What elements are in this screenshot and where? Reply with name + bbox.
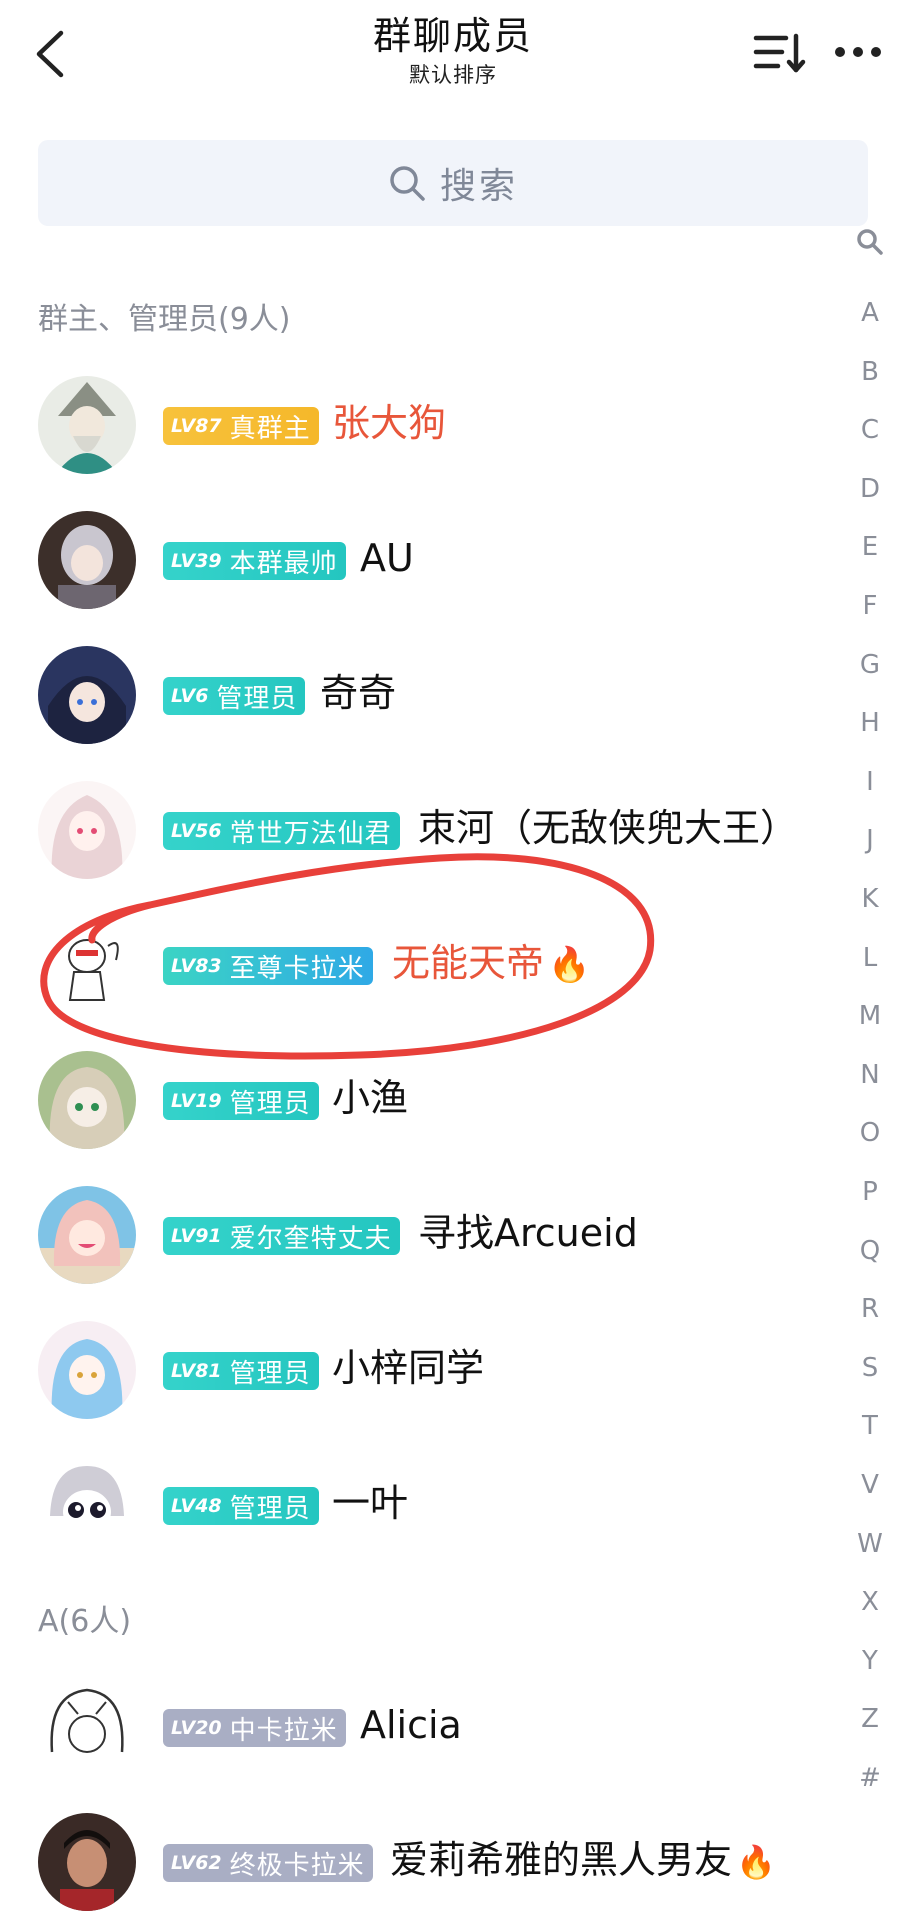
member-row[interactable]: LV87 真群主 张大狗 [0,362,850,482]
avatar [38,1051,136,1149]
level-badge: LV6 管理员 [163,677,306,715]
member-name: 无能天帝 🔥 [392,941,591,985]
index-letter[interactable]: R [840,1294,900,1324]
level-badge: LV83 至尊卡拉米 [163,947,373,985]
index-letter[interactable]: L [840,943,900,973]
index-letter[interactable]: W [840,1529,900,1559]
member-name: 朿河（无敌侠兜大王） [418,806,799,850]
section-header-admins: 群主、管理员(9人) [38,302,291,337]
member-name: AU [360,536,414,580]
avatar [38,781,136,879]
search-placeholder: 搜索 [439,166,518,207]
index-letter[interactable]: N [840,1060,900,1090]
fire-icon: 🔥 [548,945,591,985]
member-name: 一叶 [332,1481,409,1525]
level-badge: LV56 常世万法仙君 [163,812,400,850]
member-row[interactable]: LV62 终极卡拉米 爱莉希雅的黑人男友 🔥 [0,1799,850,1919]
avatar [38,916,136,1014]
index-search-icon[interactable] [840,228,900,263]
member-name: 寻找Arcueid [418,1211,638,1255]
avatar [38,511,136,609]
member-name: 爱莉希雅的黑人男友 🔥 [390,1838,776,1882]
more-dots-icon [835,47,881,57]
index-letter[interactable]: O [840,1118,900,1148]
index-letter[interactable]: V [840,1470,900,1500]
level-badge: LV91 爱尔奎特丈夫 [163,1217,400,1255]
avatar [38,1813,136,1911]
avatar [38,646,136,744]
index-letter[interactable]: D [840,474,900,504]
index-letter[interactable]: G [840,650,900,680]
avatar [38,376,136,474]
member-name: 小梓同学 [332,1346,485,1390]
section-header-a: A(6人) [38,1604,132,1639]
index-letter[interactable]: M [840,1001,900,1031]
index-letter[interactable]: T [840,1411,900,1441]
level-badge: LV39 本群最帅 [163,542,346,580]
index-letter[interactable]: B [840,357,900,387]
index-letter[interactable]: P [840,1177,900,1207]
index-letter[interactable]: X [840,1587,900,1617]
index-letter[interactable]: F [840,591,900,621]
index-letter[interactable]: Q [840,1236,900,1266]
member-row[interactable]: LV39 本群最帅 AU [0,497,850,617]
avatar [38,1678,136,1776]
member-row[interactable]: LV81 管理员 小梓同学 [0,1307,850,1427]
index-letter[interactable]: K [840,884,900,914]
sort-icon [753,33,806,73]
member-row[interactable]: LV19 管理员 小渔 [0,1037,850,1157]
member-name: Alicia [360,1703,462,1747]
index-letter[interactable]: A [840,298,900,328]
level-badge: LV81 管理员 [163,1352,319,1390]
member-row[interactable]: LV56 常世万法仙君 朿河（无敌侠兜大王） [0,767,850,887]
index-letter[interactable]: # [840,1763,900,1793]
member-row[interactable]: LV20 中卡拉米 Alicia [0,1664,850,1784]
level-badge: LV48 管理员 [163,1487,319,1525]
index-letter[interactable]: C [840,415,900,445]
avatar [38,1186,136,1284]
avatar [38,1456,136,1554]
member-name: 张大狗 [332,401,447,445]
level-badge: LV62 终极卡拉米 [163,1844,373,1882]
member-name: 小渔 [332,1076,409,1120]
avatar [38,1321,136,1419]
top-bar: 群聊成员 默认排序 [0,0,906,120]
member-row[interactable]: LV83 至尊卡拉米 无能天帝 🔥 [0,902,850,1022]
index-letter[interactable]: Z [840,1704,900,1734]
level-badge: LV19 管理员 [163,1082,319,1120]
index-letter[interactable]: Y [840,1646,900,1676]
level-badge: LV87 真群主 [163,407,319,445]
sort-button[interactable] [752,26,808,82]
member-row[interactable]: LV6 管理员 奇奇 [0,632,850,752]
search-icon [390,166,425,201]
index-letter[interactable]: E [840,532,900,562]
member-row[interactable]: LV91 爱尔奎特丈夫 寻找Arcueid [0,1172,850,1292]
index-letter[interactable]: J [840,825,900,855]
fire-icon: 🔥 [736,1843,776,1881]
level-badge: LV20 中卡拉米 [163,1709,346,1747]
member-row[interactable]: LV48 管理员 一叶 [0,1442,850,1562]
index-letter[interactable]: I [840,767,900,797]
member-name: 奇奇 [320,671,397,715]
more-button[interactable] [830,26,886,82]
index-letter[interactable]: S [840,1353,900,1383]
index-letter[interactable]: H [840,708,900,738]
search-input[interactable]: 搜索 [38,140,868,226]
